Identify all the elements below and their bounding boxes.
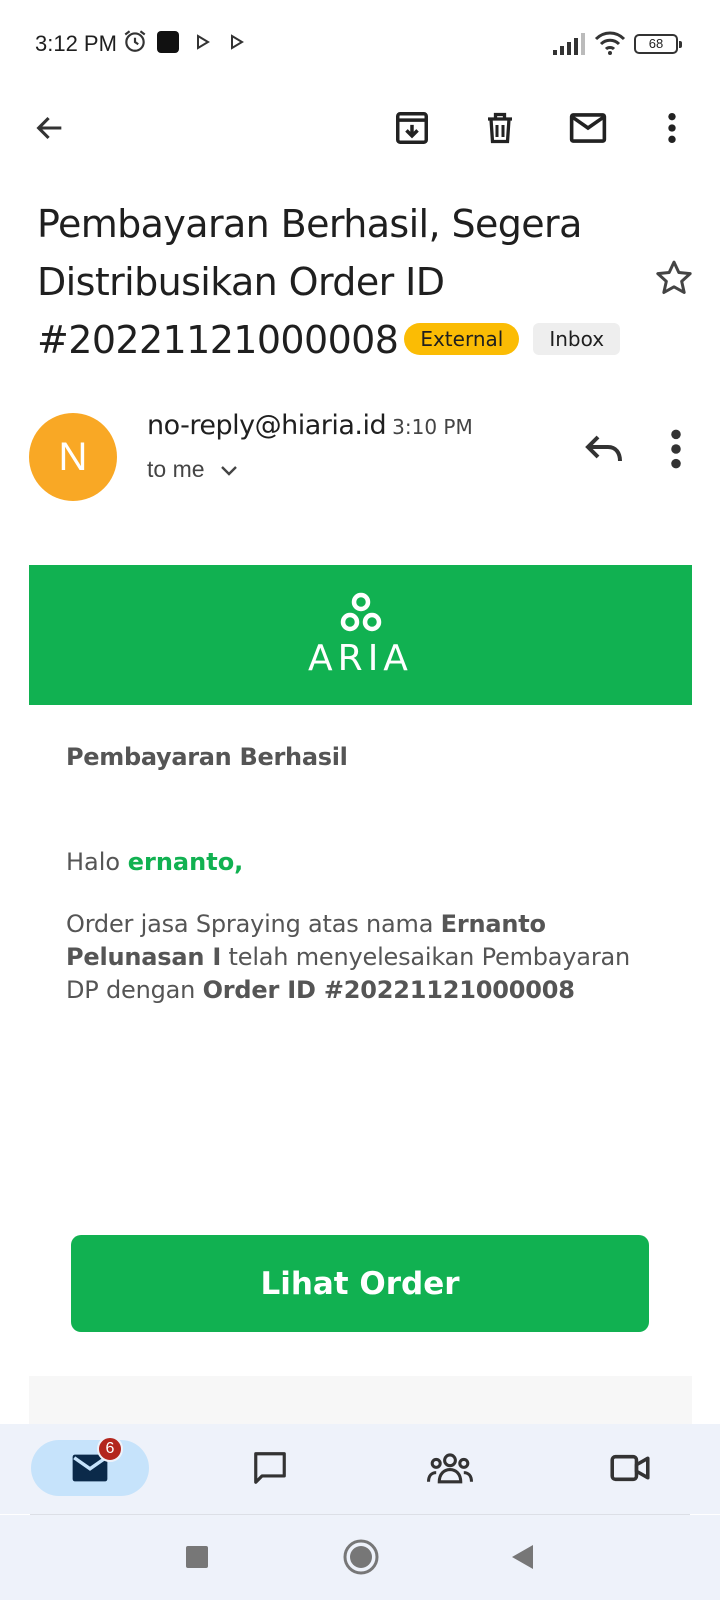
subject-line-2: Distribusikan Order ID <box>37 260 445 304</box>
meet-icon <box>610 1454 650 1482</box>
home-circle-icon <box>343 1539 379 1575</box>
signal-icon <box>553 33 585 55</box>
back-arrow-icon <box>36 116 62 140</box>
body-text-1: Order jasa Spraying atas nama <box>66 910 441 938</box>
nav-meet[interactable] <box>600 1440 660 1496</box>
recipient-details[interactable]: to me <box>147 456 239 483</box>
spaces-icon <box>427 1453 473 1484</box>
view-order-button[interactable]: Lihat Order <box>71 1235 649 1332</box>
nav-mail[interactable]: 6 <box>31 1436 149 1496</box>
status-bar: 3:12 PM 68 <box>0 0 720 90</box>
unread-count-badge: 6 <box>97 1436 123 1462</box>
app-square-icon <box>157 31 179 53</box>
square-icon <box>186 1546 208 1568</box>
greeting-name: ernanto, <box>127 848 244 876</box>
sender-email[interactable]: no-reply@hiaria.id <box>147 410 387 441</box>
wifi-icon <box>594 31 626 55</box>
body-message: Order jasa Spraying atas nama Ernanto Pe… <box>66 908 666 1007</box>
recipient-label: to me <box>147 456 205 482</box>
battery-icon: 68 <box>634 34 682 54</box>
archive-icon <box>396 112 428 144</box>
bottom-navigation: 6 <box>0 1424 720 1514</box>
delete-button[interactable] <box>474 102 526 154</box>
alarm-icon <box>124 30 146 52</box>
play-icon <box>231 34 244 50</box>
greeting-prefix: Halo <box>66 848 128 876</box>
sender-line: no-reply@hiaria.id 3:10 PM <box>147 410 473 441</box>
aria-logo-icon <box>340 592 381 631</box>
sent-time: 3:10 PM <box>392 415 473 439</box>
sender-avatar[interactable]: N <box>29 413 117 501</box>
star-icon[interactable] <box>654 258 694 298</box>
triangle-back-icon <box>512 1545 533 1569</box>
system-navigation <box>0 1515 720 1600</box>
message-more-icon[interactable] <box>666 427 686 471</box>
system-back-button[interactable] <box>500 1535 544 1579</box>
archive-button[interactable] <box>386 102 438 154</box>
more-options-button[interactable] <box>648 102 696 154</box>
order-id: Order ID #20221121000008 <box>202 976 575 1004</box>
back-button[interactable] <box>24 102 76 154</box>
body-heading: Pembayaran Berhasil <box>66 743 348 771</box>
chat-icon <box>254 1452 286 1484</box>
email-footer <box>29 1376 692 1426</box>
mark-unread-button[interactable] <box>562 102 614 154</box>
status-time: 3:12 PM <box>35 31 117 56</box>
chevron-down-icon <box>220 465 237 476</box>
more-vert-icon <box>668 112 676 144</box>
email-subject: Pembayaran Berhasil, Segera Distribusika… <box>37 195 627 369</box>
external-badge: External <box>404 322 520 355</box>
subject-line-3: #20221121000008 <box>37 318 399 362</box>
reply-icon[interactable] <box>580 425 628 473</box>
subject-line-1: Pembayaran Berhasil, Segera <box>37 202 582 246</box>
brand-banner: ARIA <box>29 565 692 705</box>
home-button[interactable] <box>339 1535 383 1579</box>
play-icon <box>197 34 210 50</box>
nav-chat[interactable] <box>240 1440 300 1496</box>
inbox-label[interactable]: Inbox <box>533 322 621 355</box>
nav-spaces[interactable] <box>420 1440 480 1496</box>
brand-name: ARIA <box>308 637 413 679</box>
mark-unread-icon <box>569 113 607 143</box>
recents-button[interactable] <box>175 1535 219 1579</box>
greeting: Halo ernanto, <box>66 848 243 876</box>
delete-icon <box>488 112 512 144</box>
